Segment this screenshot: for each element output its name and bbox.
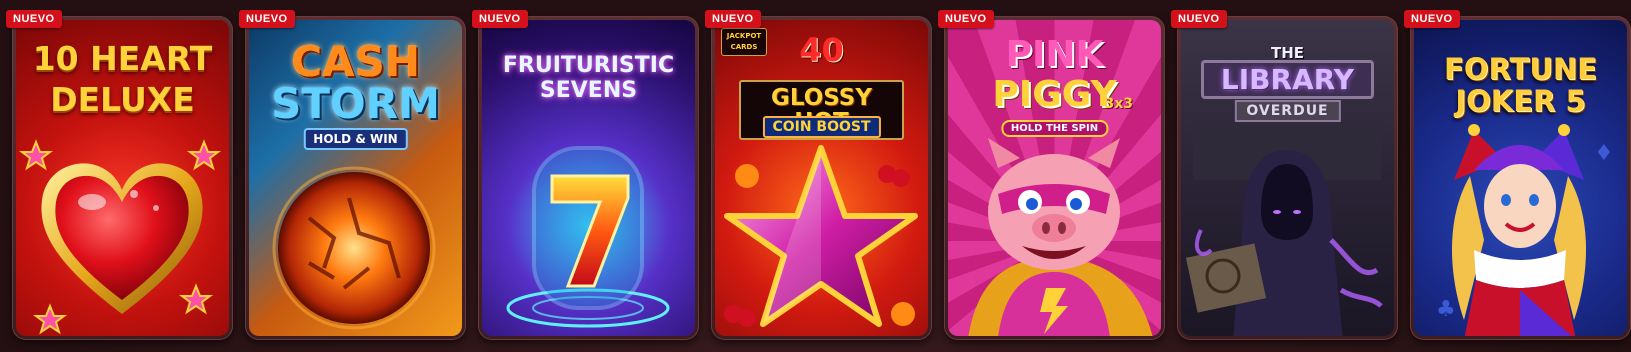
game-card-fruituristic-sevens[interactable]: NUEVO FRUITURISTIC SEVENS bbox=[472, 10, 699, 340]
game-subtitle: HOLD THE SPIN bbox=[1000, 120, 1109, 137]
game-card-fortune-joker-5[interactable]: NUEVO FORTUNE JOKER 5 ♣ ♦ bbox=[1404, 10, 1631, 340]
game-subtitle: HOLD & WIN bbox=[303, 128, 408, 150]
game-title-line-1: PINK bbox=[1005, 34, 1104, 75]
game-title-line-1: 10 HEART bbox=[32, 39, 213, 78]
game-title-line-1: CASH bbox=[291, 37, 420, 86]
new-badge: NUEVO bbox=[1171, 10, 1227, 28]
star-icon bbox=[724, 145, 918, 327]
game-thumbnail: PINK PIGGY 3x3 HOLD THE SPIN bbox=[948, 20, 1161, 336]
new-badge: NUEVO bbox=[472, 10, 528, 28]
game-thumbnail: THE LIBRARY OVERDUE bbox=[1181, 20, 1394, 336]
game-card-40-glossy-hot[interactable]: NUEVO JACKPOT CARDS 40 GLOSSY HOT COIN B… bbox=[705, 10, 932, 340]
new-badge: NUEVO bbox=[938, 10, 994, 28]
new-games-row: NUEVO 10 HEART DELUXE NUEVO CASH STORM H… bbox=[0, 0, 1631, 352]
game-title-line-2: LIBRARY bbox=[1201, 60, 1374, 100]
game-card-cash-storm[interactable]: NUEVO CASH STORM HOLD & WIN bbox=[239, 10, 466, 340]
brand-logo: JACKPOT CARDS bbox=[721, 28, 767, 56]
game-thumbnail: 10 HEART DELUXE bbox=[16, 20, 229, 336]
pig-character-icon bbox=[968, 138, 1153, 336]
game-subtitle: OVERDUE bbox=[1234, 100, 1341, 122]
hooded-figure-icon bbox=[1185, 120, 1383, 336]
game-thumbnail: JACKPOT CARDS 40 GLOSSY HOT COIN BOOST bbox=[715, 20, 928, 336]
game-title-line-1: FRUITURISTIC bbox=[502, 53, 675, 78]
game-thumbnail: FORTUNE JOKER 5 ♣ ♦ bbox=[1414, 20, 1627, 336]
joker-character-icon: ♣ ♦ bbox=[1436, 124, 1614, 336]
game-tag: 3x3 bbox=[1104, 96, 1133, 112]
new-badge: NUEVO bbox=[1404, 10, 1460, 28]
new-badge: NUEVO bbox=[239, 10, 295, 28]
fireball-icon bbox=[272, 166, 436, 330]
game-card-10-heart-deluxe[interactable]: NUEVO 10 HEART DELUXE bbox=[6, 10, 233, 340]
game-title-line-1: FORTUNE bbox=[1444, 52, 1597, 86]
game-card-the-library-overdue[interactable]: NUEVO THE LIBRARY OVERDUE bbox=[1171, 10, 1398, 340]
heart-icon bbox=[19, 139, 221, 335]
game-thumbnail: FRUITURISTIC SEVENS bbox=[482, 20, 695, 336]
new-badge: NUEVO bbox=[6, 10, 62, 28]
game-subtitle: COIN BOOST bbox=[762, 116, 881, 138]
lucky-seven-icon bbox=[506, 146, 670, 328]
game-title-line-2: DELUXE bbox=[50, 79, 195, 119]
game-thumbnail: CASH STORM HOLD & WIN bbox=[249, 20, 462, 336]
game-title-line-2: SEVENS bbox=[539, 78, 638, 104]
game-title-line-2: JOKER 5 bbox=[1455, 84, 1586, 119]
new-badge: NUEVO bbox=[705, 10, 761, 28]
svg-text:♣: ♣ bbox=[1436, 297, 1456, 322]
svg-text:♦: ♦ bbox=[1594, 141, 1614, 166]
game-card-pink-piggy[interactable]: NUEVO PINK PIGGY 3x3 HOLD THE SPIN bbox=[938, 10, 1165, 340]
game-title-line-2: STORM bbox=[271, 79, 440, 128]
